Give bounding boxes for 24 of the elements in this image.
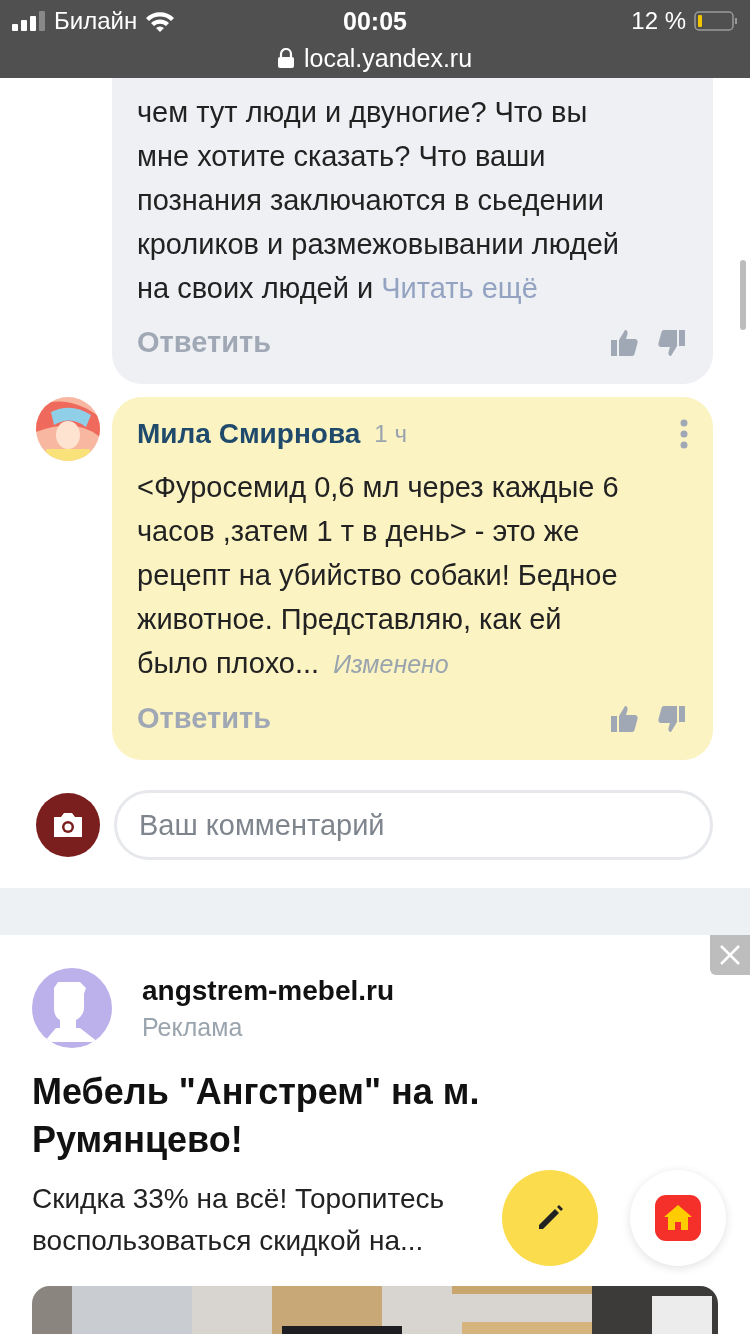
clock-time: 00:05	[343, 6, 407, 36]
battery-percent: 12 %	[631, 7, 686, 35]
scrollbar	[740, 260, 746, 330]
carrier-name: Билайн	[54, 7, 138, 35]
ad-description: Скидка 33% на всё! Торопитесь воспользоваться скидкой на...	[32, 1182, 445, 1258]
ad-label: Реклама	[142, 1012, 244, 1042]
advertiser-domain[interactable]: angstrem-mebel.ru	[142, 974, 395, 1007]
comment-input-field[interactable]: Ваш комментарий	[114, 790, 713, 860]
battery-icon	[694, 11, 738, 31]
comment-text: <Фуросемид 0,6 мл через каждые 6 часов ,затем 1 т в день> - это же рецепт на убийство собаки! Бедное животное. Представляю, как ей было плохо... Изменено	[137, 470, 620, 681]
user-avatar-camera-icon[interactable]	[36, 793, 100, 857]
home-button[interactable]	[630, 1170, 726, 1266]
close-button[interactable]	[710, 935, 750, 975]
comment-time: 1 ч	[374, 420, 408, 448]
comment-author[interactable]: Мила Смирнова	[137, 418, 361, 450]
lock-icon	[277, 48, 294, 68]
wifi-icon	[145, 10, 176, 32]
more-options-icon[interactable]	[679, 419, 689, 449]
page-url[interactable]: local.yandex.ru	[303, 43, 473, 73]
comment-text: чем тут люди и двуногие? Что вы мне хотите сказать? Что ваши познания заключаются в сьедении кроликов и размежовывании людей на своих людей и Читать ещё	[137, 95, 620, 306]
close-icon	[719, 944, 741, 966]
signal-icon	[12, 11, 46, 31]
ad-title[interactable]: Мебель "Ангстрем" на м. Румянцево!	[32, 1068, 750, 1164]
home-icon	[655, 1195, 701, 1241]
